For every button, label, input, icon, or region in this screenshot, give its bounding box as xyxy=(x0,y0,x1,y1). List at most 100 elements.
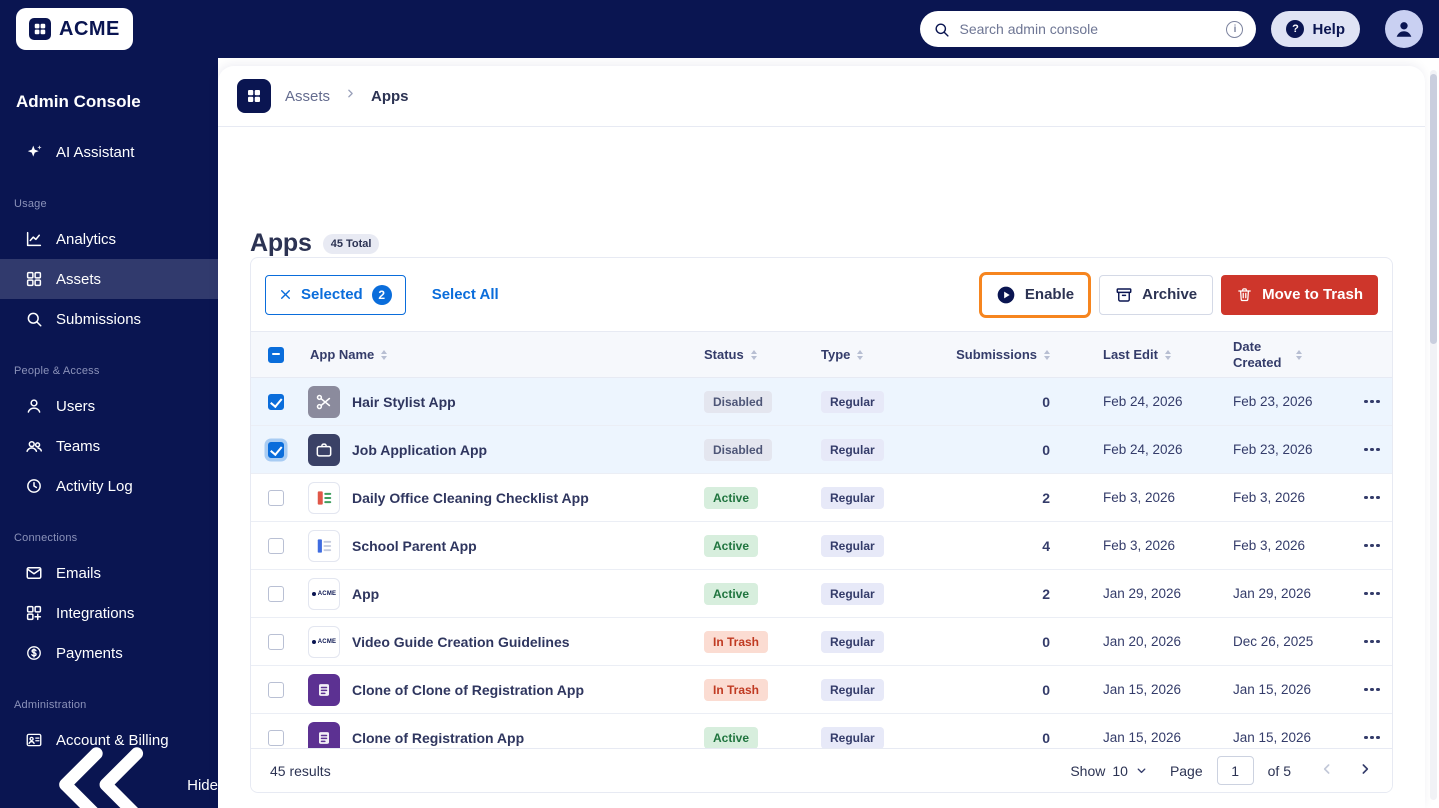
sidebar-item-ai-assistant[interactable]: AI Assistant xyxy=(0,132,218,172)
type-badge: Regular xyxy=(821,534,884,557)
table-row[interactable]: School Parent App Active Regular 4 Feb 3… xyxy=(251,522,1392,570)
sidebar-item-emails[interactable]: Emails xyxy=(0,553,218,593)
sidebar-item-integrations[interactable]: Integrations xyxy=(0,593,218,633)
breadcrumb-assets[interactable]: Assets xyxy=(285,88,330,105)
sidebar-item-analytics[interactable]: Analytics xyxy=(0,219,218,259)
sort-last-edit[interactable] xyxy=(1164,349,1171,360)
submissions-count: 2 xyxy=(1042,489,1050,506)
more-options-icon xyxy=(1364,591,1380,596)
row-checkbox[interactable] xyxy=(268,729,284,746)
sidebar-hide-button[interactable]: Hide xyxy=(0,747,218,808)
archive-label: Archive xyxy=(1142,286,1198,303)
sidebar-item-label: Submissions xyxy=(56,310,142,328)
close-icon xyxy=(281,290,290,299)
sidebar-item-activity-log[interactable]: Activity Log xyxy=(0,466,218,506)
row-actions-button[interactable] xyxy=(1356,626,1388,658)
table-row[interactable]: ACME Video Guide Creation Guidelines In … xyxy=(251,618,1392,666)
column-date-created: Date Created xyxy=(1233,338,1282,370)
table-header: App Name Status Type Submissions Last Ed… xyxy=(251,332,1392,378)
table-row[interactable]: ACME App Active Regular 2 Jan 29, 2026 J… xyxy=(251,570,1392,618)
enable-label: Enable xyxy=(1024,286,1075,303)
status-badge: Active xyxy=(704,486,759,509)
chevron-down-icon xyxy=(1137,768,1146,774)
select-all-button[interactable]: Select All xyxy=(432,286,499,303)
row-actions-button[interactable] xyxy=(1356,674,1388,706)
sort-status[interactable] xyxy=(750,349,757,360)
app-name[interactable]: Job Application App xyxy=(352,442,487,458)
table-row[interactable]: Clone of Clone of Registration App In Tr… xyxy=(251,666,1392,714)
date-created: Jan 29, 2026 xyxy=(1233,586,1312,601)
page-of-label: of 5 xyxy=(1267,762,1291,779)
row-checkbox[interactable] xyxy=(268,393,284,410)
row-checkbox[interactable] xyxy=(268,681,284,698)
app-name[interactable]: Daily Office Cleaning Checklist App xyxy=(352,490,589,506)
scrollbar-thumb[interactable] xyxy=(1430,74,1437,344)
enable-button[interactable]: Enable xyxy=(982,275,1088,315)
row-actions-button[interactable] xyxy=(1356,530,1388,562)
previous-page-button[interactable] xyxy=(1319,761,1335,780)
row-checkbox[interactable] xyxy=(268,633,284,650)
apps-grid-icon xyxy=(237,79,271,113)
row-checkbox[interactable] xyxy=(268,585,284,602)
table-row[interactable]: Hair Stylist App Disabled Regular 0 Feb … xyxy=(251,378,1392,426)
row-checkbox[interactable] xyxy=(268,537,284,554)
sidebar-section-people: People & Access xyxy=(14,365,100,377)
row-checkbox[interactable] xyxy=(268,489,284,506)
sort-submissions[interactable] xyxy=(1044,349,1050,360)
page-size-select[interactable]: Show 10 xyxy=(1070,763,1148,779)
sidebar-item-users[interactable]: Users xyxy=(0,386,218,426)
sidebar-item-assets[interactable]: Assets xyxy=(0,259,218,299)
clear-selection-button[interactable]: Selected 2 xyxy=(265,274,406,315)
app-name[interactable]: School Parent App xyxy=(352,538,477,554)
status-badge: Active xyxy=(704,534,759,557)
help-label: Help xyxy=(1312,20,1345,38)
next-page-button[interactable] xyxy=(1357,761,1373,780)
acme-app-icon: ACME xyxy=(308,577,340,610)
app-name[interactable]: Clone of Clone of Registration App xyxy=(352,682,584,698)
page-number-input[interactable] xyxy=(1216,756,1254,785)
app-name[interactable]: App xyxy=(352,586,379,602)
move-to-trash-button[interactable]: Move to Trash xyxy=(1221,274,1378,315)
column-status: Status xyxy=(704,347,744,362)
help-button[interactable]: Help xyxy=(1271,11,1360,47)
clock-icon xyxy=(27,479,41,493)
row-actions-button[interactable] xyxy=(1356,482,1388,514)
sidebar-item-label: Analytics xyxy=(56,230,117,248)
type-badge: Regular xyxy=(821,582,884,605)
sidebar-item-teams[interactable]: Teams xyxy=(0,426,218,466)
page-scrollbar[interactable] xyxy=(1430,70,1437,800)
chevron-right-icon xyxy=(1362,764,1369,774)
users-icon xyxy=(26,440,43,452)
row-actions-button[interactable] xyxy=(1356,578,1388,610)
sidebar-item-payments[interactable]: Payments xyxy=(0,633,218,673)
search-input[interactable] xyxy=(959,21,1218,37)
sidebar-item-submissions[interactable]: Submissions xyxy=(0,299,218,339)
last-edit-date: Feb 24, 2026 xyxy=(1103,442,1183,457)
type-badge: Regular xyxy=(821,630,884,653)
info-icon[interactable] xyxy=(1226,20,1244,38)
sort-app-name[interactable] xyxy=(381,349,388,360)
brand-logo[interactable]: ACME xyxy=(16,8,133,50)
archive-button[interactable]: Archive xyxy=(1099,274,1214,315)
row-checkbox[interactable] xyxy=(268,441,284,458)
submissions-count: 0 xyxy=(1042,633,1050,650)
table-row[interactable]: Job Application App Disabled Regular 0 F… xyxy=(251,426,1392,474)
row-actions-button[interactable] xyxy=(1356,386,1388,418)
table-row[interactable]: Daily Office Cleaning Checklist App Acti… xyxy=(251,474,1392,522)
status-badge: In Trash xyxy=(704,678,769,701)
sort-date-created[interactable] xyxy=(1296,349,1302,360)
sidebar-item-label: Emails xyxy=(56,564,102,582)
user-avatar[interactable] xyxy=(1385,10,1423,48)
sort-type[interactable] xyxy=(857,349,864,360)
top-bar: ACME Help xyxy=(0,0,1439,58)
app-name[interactable]: Clone of Registration App xyxy=(352,730,524,746)
brand-name: ACME xyxy=(59,17,120,40)
dollar-icon xyxy=(27,646,41,660)
sidebar-item-label: Activity Log xyxy=(56,477,133,495)
row-actions-button[interactable] xyxy=(1356,434,1388,466)
app-name[interactable]: Hair Stylist App xyxy=(352,394,456,410)
app-name[interactable]: Video Guide Creation Guidelines xyxy=(352,634,570,650)
status-badge: Disabled xyxy=(704,390,773,413)
select-all-checkbox[interactable] xyxy=(268,346,284,363)
breadcrumb: Assets Apps xyxy=(218,66,1425,127)
